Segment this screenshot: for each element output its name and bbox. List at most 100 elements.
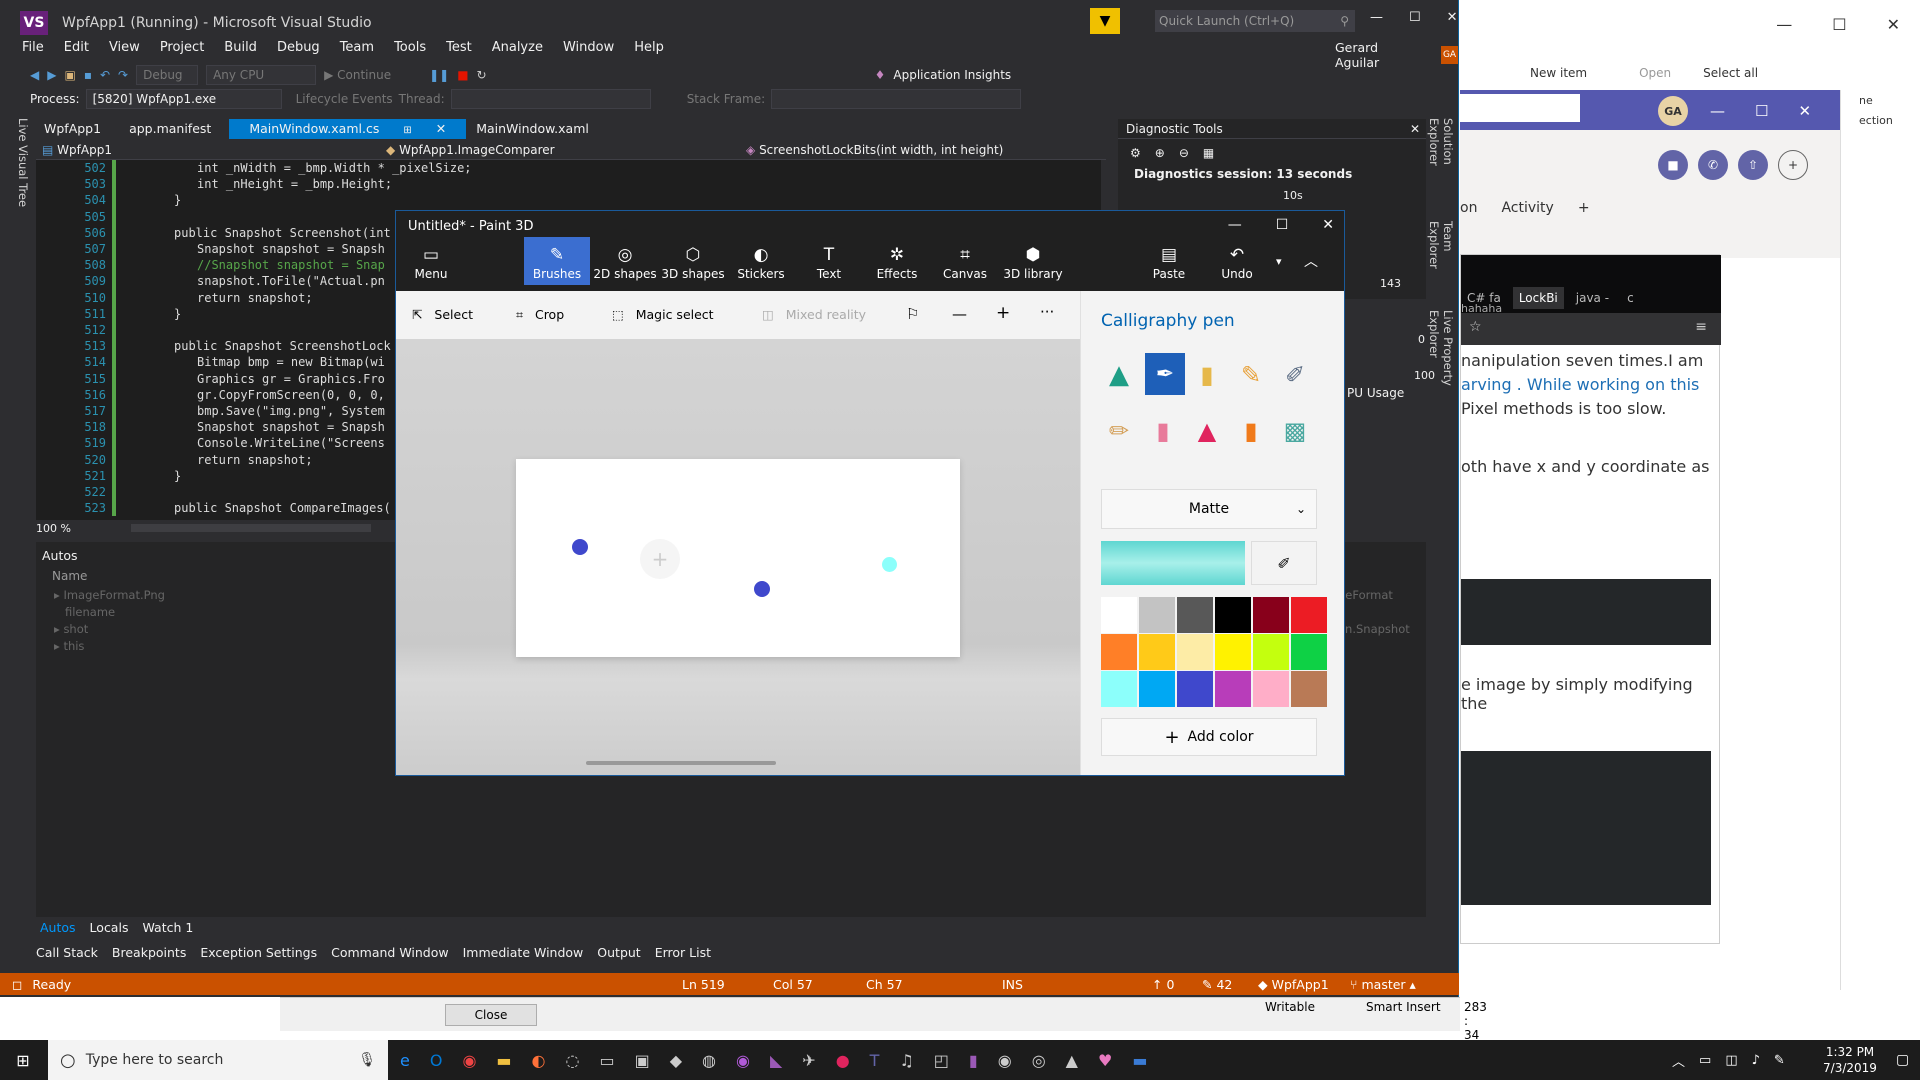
tab-mainwindow-xaml[interactable]: MainWindow.xaml xyxy=(466,119,599,139)
2d-shapes-button[interactable]: ◎ 2D shapes xyxy=(592,237,658,285)
app-icon[interactable]: ◉ xyxy=(998,1051,1012,1070)
publish-button[interactable]: ↑ 0 xyxy=(1152,977,1174,992)
menu-view[interactable]: View xyxy=(99,38,150,58)
share-screen-icon[interactable]: ⇧ xyxy=(1738,150,1768,180)
close-icon[interactable]: ✕ xyxy=(1447,10,1458,25)
pending-changes-button[interactable]: ✎ 42 xyxy=(1202,977,1232,992)
crop-button[interactable]: ⌗ Crop xyxy=(516,307,564,323)
menu-test[interactable]: Test xyxy=(436,38,482,58)
color-swatch[interactable] xyxy=(1139,597,1175,633)
add-tab-icon[interactable]: + xyxy=(1578,200,1590,216)
text-button[interactable]: T Text xyxy=(796,237,862,285)
stop-icon[interactable]: ■ xyxy=(457,68,468,82)
close-button[interactable]: Close xyxy=(445,1004,537,1026)
outlook-icon[interactable]: O xyxy=(430,1051,443,1070)
mixed-reality-button[interactable]: ◫ Mixed reality xyxy=(762,307,866,322)
browser-tab[interactable]: c xyxy=(1621,291,1640,305)
windows-start-icon[interactable]: ⊞ xyxy=(0,1040,46,1080)
pixel-pen-icon[interactable]: ▮ xyxy=(1233,411,1269,451)
forward-icon[interactable]: ▶ xyxy=(47,68,56,82)
undo-button[interactable]: ↶ Undo xyxy=(1204,237,1270,285)
zoom-in-icon[interactable]: ⊕ xyxy=(1155,146,1165,160)
pen-icon[interactable]: ✎ xyxy=(1774,1053,1785,1068)
color-swatch[interactable] xyxy=(1177,671,1213,707)
paint3d-icon[interactable]: ♥ xyxy=(1098,1051,1112,1070)
thread-dropdown[interactable] xyxy=(450,89,651,109)
select-all-button[interactable]: Select all xyxy=(1703,66,1758,80)
color-swatch[interactable] xyxy=(1253,597,1289,633)
stack-frame-dropdown[interactable] xyxy=(771,89,1022,109)
team-explorer-tab[interactable]: Team Explorer xyxy=(1427,221,1455,290)
zoom-out-icon[interactable]: ⊖ xyxy=(1179,146,1189,160)
more-options-icon[interactable]: ··· xyxy=(1040,303,1054,321)
color-swatch[interactable] xyxy=(1139,634,1175,670)
maximize-icon[interactable]: ☐ xyxy=(1409,10,1421,25)
effects-button[interactable]: ✲ Effects xyxy=(864,237,930,285)
class-dropdown[interactable]: ◆ WpfApp1.ImageComparer xyxy=(386,143,746,157)
close-icon[interactable]: ✕ xyxy=(426,121,456,136)
tab-output[interactable]: Output xyxy=(597,945,640,960)
horizontal-scrollbar[interactable] xyxy=(130,524,371,532)
canvas-scrollbar[interactable] xyxy=(586,761,776,765)
menu-analyze[interactable]: Analyze xyxy=(482,38,553,58)
volume-icon[interactable]: ♪ xyxy=(1752,1053,1760,1068)
zoom-out-icon[interactable]: — xyxy=(952,305,967,323)
undo-icon[interactable]: ↶ xyxy=(100,68,110,82)
microphone-icon[interactable]: 🎙 xyxy=(358,1052,388,1068)
canvas-workspace[interactable]: + xyxy=(396,339,1080,775)
open-button[interactable]: Open xyxy=(1639,66,1671,80)
filter-icon[interactable]: ▼ xyxy=(1090,8,1120,34)
brushes-button[interactable]: ✎ Brushes xyxy=(524,237,590,285)
3d-library-button[interactable]: ⬢ 3D library xyxy=(1000,237,1066,285)
menu-project[interactable]: Project xyxy=(150,38,214,58)
stickers-button[interactable]: ◐ Stickers xyxy=(728,237,794,285)
teams-search-input[interactable] xyxy=(1460,94,1580,122)
firefox-icon[interactable]: ◐ xyxy=(532,1051,546,1070)
network-icon[interactable]: ◫ xyxy=(1725,1053,1737,1068)
fill-bucket-icon[interactable]: ▩ xyxy=(1277,411,1313,451)
maximize-icon[interactable]: ☐ xyxy=(1832,15,1846,34)
chrome-icon[interactable]: ◉ xyxy=(462,1051,476,1070)
file-explorer-icon[interactable]: ▬ xyxy=(496,1051,511,1070)
process-dropdown[interactable]: [5820] WpfApp1.exe xyxy=(85,89,282,109)
photos-icon[interactable]: ▲ xyxy=(1066,1051,1078,1070)
color-swatch[interactable] xyxy=(1177,634,1213,670)
app-icon[interactable]: ◰ xyxy=(934,1051,949,1070)
save-icon[interactable]: ▪ xyxy=(84,68,92,82)
history-dropdown-icon[interactable]: ▾ xyxy=(1276,255,1282,268)
bookmark-star-icon[interactable]: ☆ xyxy=(1469,319,1482,335)
tab-mainwindow-xaml-cs[interactable]: MainWindow.xaml.cs ⊞ ✕ xyxy=(229,119,467,139)
menu-help[interactable]: Help xyxy=(624,38,674,58)
quick-launch-input[interactable]: Quick Launch (Ctrl+Q) ⚲ xyxy=(1155,10,1355,32)
repo-button[interactable]: ◆ WpfApp1 xyxy=(1258,977,1329,992)
color-swatch[interactable] xyxy=(1101,671,1137,707)
maximize-icon[interactable]: ☐ xyxy=(1755,102,1768,120)
back-icon[interactable]: ◀ xyxy=(30,68,39,82)
eyedropper-icon[interactable]: ✐ xyxy=(1251,541,1317,585)
tab-immediate-window[interactable]: Immediate Window xyxy=(463,945,584,960)
menu-team[interactable]: Team xyxy=(330,38,384,58)
menu-edit[interactable]: Edit xyxy=(54,38,99,58)
drawing-canvas[interactable]: + xyxy=(516,459,960,657)
tab-wpfapp1[interactable]: WpfApp1 xyxy=(34,119,111,139)
restart-icon[interactable]: ↻ xyxy=(477,68,487,82)
color-swatch[interactable] xyxy=(1253,634,1289,670)
branch-button[interactable]: ⑂ master ▴ xyxy=(1350,977,1416,992)
clock[interactable]: 1:32 PM 7/3/2019 xyxy=(1820,1044,1880,1076)
minimize-icon[interactable]: — xyxy=(1228,217,1242,233)
menu-tools[interactable]: Tools xyxy=(384,38,436,58)
avatar[interactable]: GA xyxy=(1658,96,1688,126)
menu-debug[interactable]: Debug xyxy=(267,38,330,58)
edge-icon[interactable]: e xyxy=(400,1051,410,1070)
color-swatch[interactable] xyxy=(1291,671,1327,707)
zoom-level[interactable]: 100 % xyxy=(36,522,71,535)
color-swatch[interactable] xyxy=(1215,634,1251,670)
audio-call-icon[interactable]: ✆ xyxy=(1698,150,1728,180)
redo-icon[interactable]: ↷ xyxy=(118,68,128,82)
canvas-button[interactable]: ⌗ Canvas xyxy=(932,237,998,285)
paste-button[interactable]: ▤ Paste xyxy=(1136,237,1202,285)
crayon-icon[interactable]: ▲ xyxy=(1189,411,1225,451)
add-people-icon[interactable]: + xyxy=(1778,150,1808,180)
lifecycle-events-button[interactable]: Lifecycle Events xyxy=(296,92,393,106)
collapse-icon[interactable]: ︿ xyxy=(1304,251,1318,271)
